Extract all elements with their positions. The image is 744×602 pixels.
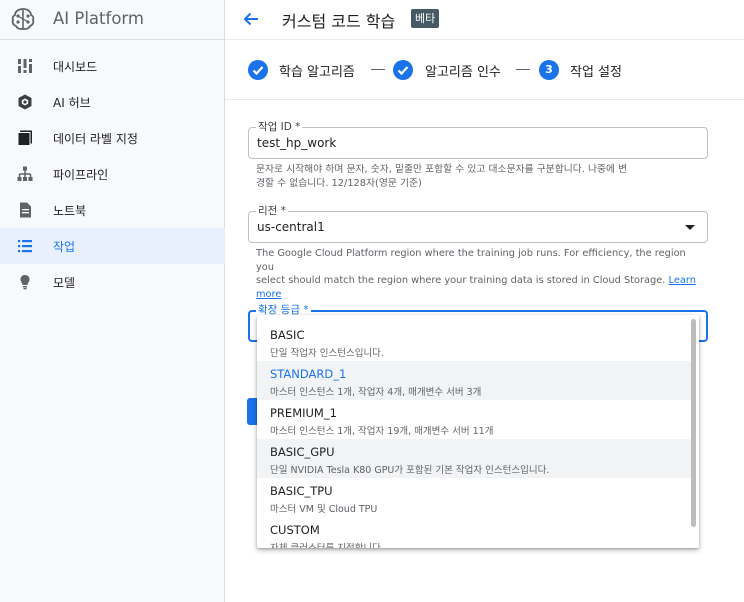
page-header: 커스텀 코드 학습 베타 xyxy=(225,0,744,40)
region-hint-line: The Google Cloud Platform region where t… xyxy=(256,248,686,273)
notebook-icon xyxy=(20,202,31,218)
sidebar-item-label: 작업 xyxy=(53,240,76,254)
sidebar-item-ai-hub[interactable]: AI 허브 xyxy=(0,84,225,120)
job-id-hint-line: 경할 수 없습니다. 12/128자(영문 기준) xyxy=(256,177,422,189)
stepper: 학습 알고리즘 알고리즘 인수 3 작업 설정 xyxy=(225,40,744,100)
page-title: 커스텀 코드 학습 xyxy=(282,12,396,31)
option-standard-1[interactable]: STANDARD_1 마스터 인스턴스 1개, 작업자 4개, 매개변수 서버 … xyxy=(257,361,691,400)
job-id-input[interactable]: test_hp_work xyxy=(248,127,708,159)
option-custom[interactable]: CUSTOM 자체 클러스터를 지정합니다. xyxy=(257,517,691,548)
model-icon xyxy=(20,275,30,290)
beta-badge: 베타 xyxy=(411,9,440,28)
step-2-check-icon xyxy=(393,60,413,80)
option-title: STANDARD_1 xyxy=(270,367,347,381)
dropdown-arrow-icon xyxy=(685,225,695,230)
step-2-label[interactable]: 알고리즘 인수 xyxy=(425,61,501,80)
sidebar-item-label: 모델 xyxy=(53,276,76,290)
job-id-hint: 문자로 시작해야 하며 문자, 숫자, 밑줄만 포함할 수 있고 대소문자를 구… xyxy=(256,163,700,190)
step-1-label[interactable]: 학습 알고리즘 xyxy=(279,61,355,80)
sidebar-item-data-labeling[interactable]: 데이터 라벨 지정 xyxy=(0,120,225,156)
pipeline-icon xyxy=(17,166,33,181)
region-hint-line: select should match the region where you… xyxy=(256,275,666,286)
region-hint: The Google Cloud Platform region where t… xyxy=(256,247,700,301)
ai-platform-logo-icon[interactable] xyxy=(9,5,37,33)
sidebar-item-label: 대시보드 xyxy=(53,60,98,74)
app-title: AI Platform xyxy=(53,9,144,28)
option-desc: 단일 작업자 인스턴스입니다. xyxy=(270,348,384,359)
option-title: BASIC xyxy=(270,328,305,342)
option-title: BASIC_TPU xyxy=(270,484,333,498)
back-arrow-icon[interactable] xyxy=(242,10,260,28)
step-separator xyxy=(371,69,385,70)
job-id-value: test_hp_work xyxy=(257,136,337,150)
step-3-number: 3 xyxy=(539,60,559,80)
option-premium-1[interactable]: PREMIUM_1 마스터 인스턴스 1개, 작업자 19개, 매개변수 서버 … xyxy=(257,400,691,439)
sidebar-item-models[interactable]: 모델 xyxy=(0,264,225,300)
jobs-icon xyxy=(18,240,32,253)
region-value: us-central1 xyxy=(257,220,325,234)
region-select[interactable]: us-central1 xyxy=(248,211,708,243)
sidebar-item-label: 파이프라인 xyxy=(53,168,109,182)
option-desc: 마스터 VM 및 Cloud TPU xyxy=(270,504,378,515)
sidebar-item-dashboard[interactable]: 대시보드 xyxy=(0,48,225,84)
region-label: 리전 * xyxy=(256,203,288,218)
job-id-label: 작업 ID * xyxy=(256,119,303,134)
sidebar-item-label: 노트북 xyxy=(53,204,87,218)
sidebar-item-pipelines[interactable]: 파이프라인 xyxy=(0,156,225,192)
job-id-hint-line: 문자로 시작해야 하며 문자, 숫자, 밑줄만 포함할 수 있고 대소문자를 구… xyxy=(256,164,628,175)
sidebar-item-label: 데이터 라벨 지정 xyxy=(53,132,138,146)
option-basic[interactable]: BASIC 단일 작업자 인스턴스입니다. xyxy=(257,322,691,361)
step-1-check-icon xyxy=(248,60,268,80)
brand-header: AI Platform xyxy=(0,0,225,40)
partially-hidden-button[interactable] xyxy=(247,398,257,425)
option-title: BASIC_GPU xyxy=(270,445,335,459)
dashboard-icon xyxy=(18,59,32,73)
dropdown-scrollbar[interactable] xyxy=(691,319,696,527)
hub-icon xyxy=(18,94,32,110)
option-basic-gpu[interactable]: BASIC_GPU 단일 NVIDIA Tesla K80 GPU가 포함된 기… xyxy=(257,439,691,478)
sidebar-item-label: AI 허브 xyxy=(53,96,91,110)
sidebar-item-jobs[interactable]: 작업 xyxy=(0,228,225,264)
option-desc: 자체 클러스터를 지정합니다. xyxy=(270,540,384,548)
learn-more-link[interactable]: more xyxy=(256,289,281,300)
option-title: PREMIUM_1 xyxy=(270,406,337,420)
option-basic-tpu[interactable]: BASIC_TPU 마스터 VM 및 Cloud TPU xyxy=(257,478,691,517)
step-3-label[interactable]: 작업 설정 xyxy=(570,61,622,80)
scale-tier-dropdown: BASIC 단일 작업자 인스턴스입니다. STANDARD_1 마스터 인스턴… xyxy=(257,315,699,548)
option-desc: 마스터 인스턴스 1개, 작업자 4개, 매개변수 서버 3개 xyxy=(270,387,482,398)
option-desc: 마스터 인스턴스 1개, 작업자 19개, 매개변수 서버 11개 xyxy=(270,426,494,437)
sidebar: AI Platform 대시보드 AI 허브 데이터 라벨 지정 파이프라인 노… xyxy=(0,0,225,602)
sidebar-item-notebooks[interactable]: 노트북 xyxy=(0,192,225,228)
label-icon xyxy=(17,130,32,146)
option-title: CUSTOM xyxy=(270,523,320,537)
step-separator xyxy=(516,69,530,70)
learn-more-link[interactable]: Learn xyxy=(669,275,696,286)
option-desc: 단일 NVIDIA Tesla K80 GPU가 포함된 기본 작업자 인스턴스… xyxy=(270,465,550,476)
